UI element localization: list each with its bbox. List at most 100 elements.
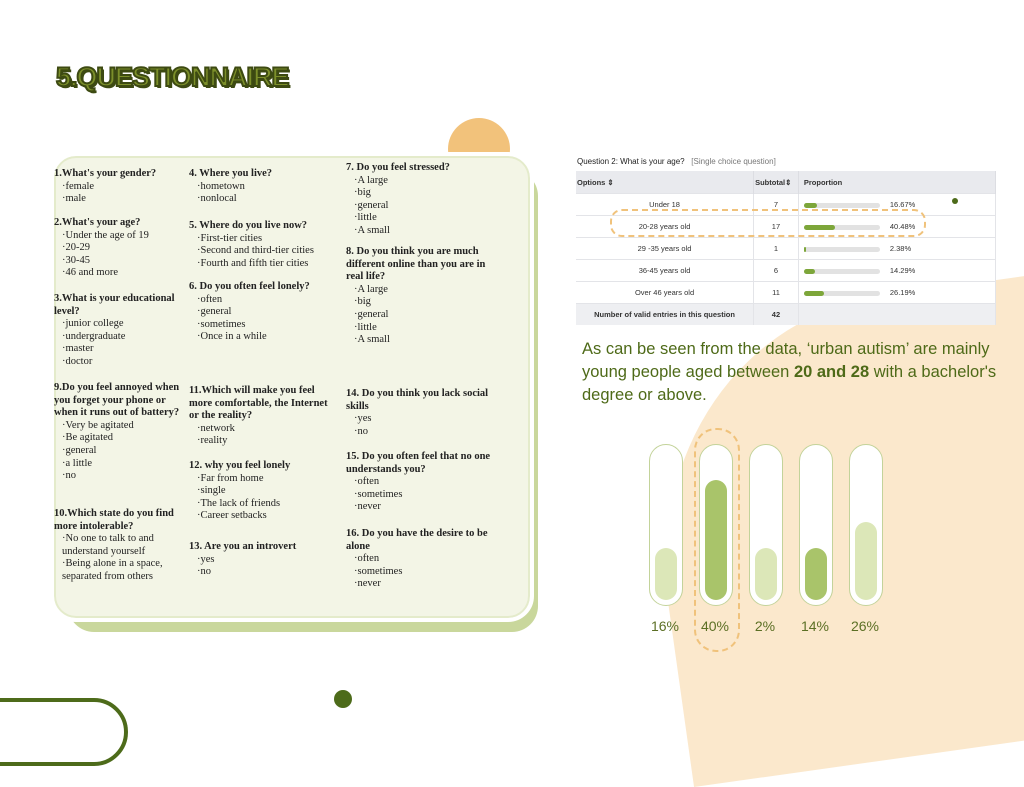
header-options[interactable]: Options ⇕ bbox=[576, 171, 755, 194]
question-block: 5. Where do you live now? ·First-tier cit… bbox=[189, 220, 337, 270]
question-option: ·Once in a while bbox=[197, 331, 267, 343]
question-option: ·female bbox=[62, 180, 95, 192]
footer-label: Number of valid entries in this question bbox=[576, 303, 755, 325]
question-option: ·a little bbox=[62, 457, 93, 469]
question-option: ·undergraduate bbox=[62, 330, 126, 342]
question-option: ·often bbox=[354, 476, 380, 488]
table-footer-row: Number of valid entries in this question… bbox=[576, 303, 997, 325]
chart-bar bbox=[805, 548, 827, 600]
question-block: 15. Do you often feel that no one unders… bbox=[346, 451, 496, 514]
survey-table: Options ⇕ Subtotal⇕ Proportion Under 18 7… bbox=[576, 171, 997, 325]
question-option: ·no bbox=[62, 470, 76, 482]
question-text: 4. Where you live? bbox=[189, 168, 273, 179]
question-text: 10.Which state do you find more intolera… bbox=[54, 508, 174, 532]
survey-question-type: [Single choice question] bbox=[691, 157, 776, 166]
question-option: ·Under the age of 19 bbox=[62, 229, 149, 241]
proportion-cell: 26.19% bbox=[798, 281, 997, 304]
question-option: ·general bbox=[354, 199, 389, 211]
proportion-value: 26.19% bbox=[889, 288, 916, 297]
question-text: 3.What is your educational level? bbox=[54, 293, 175, 317]
question-text: 15. Do you often feel that no one unders… bbox=[346, 451, 491, 475]
question-option: ·sometimes bbox=[354, 488, 403, 500]
question-option: ·Be agitated bbox=[62, 432, 114, 444]
question-text: 16. Do you have the desire to be alone bbox=[346, 528, 488, 552]
question-option: ·nonlocal bbox=[197, 193, 237, 205]
question-option: ·junior college bbox=[62, 318, 124, 330]
question-block: 9.Do you feel annoyed when you forget yo… bbox=[54, 382, 186, 483]
question-text: 8. Do you think you are much different o… bbox=[346, 246, 486, 283]
question-option: ·little bbox=[354, 212, 377, 224]
question-text: 6. Do you often feel lonely? bbox=[189, 281, 310, 292]
question-option: ·little bbox=[354, 321, 377, 333]
question-block: 12. why you feel lonely ·Far from home ·si… bbox=[189, 460, 337, 523]
proportion-value: 16.67% bbox=[889, 200, 916, 209]
question-option: ·No one to talk to and understand yourse… bbox=[62, 533, 154, 557]
survey-table-panel: Options ⇕ Subtotal⇕ Proportion Under 18 7… bbox=[576, 171, 997, 325]
question-option: ·often bbox=[354, 553, 380, 565]
survey-question: Question 2: What is your age? bbox=[577, 157, 685, 166]
question-option: ·doctor bbox=[62, 355, 93, 367]
highlight-20-28-row bbox=[610, 209, 926, 237]
table-row: 36-45 years old 6 14.29% bbox=[576, 259, 997, 282]
question-text: 12. why you feel lonely bbox=[189, 460, 291, 471]
option-cell: 36-45 years old bbox=[576, 259, 755, 282]
survey-question-title: Question 2: What is your age? [Single ch… bbox=[577, 157, 776, 166]
question-option: ·no bbox=[197, 566, 211, 578]
subtotal-cell: 1 bbox=[753, 237, 799, 260]
page-title: 5.QUESTIONNAIRE bbox=[55, 61, 291, 93]
question-option: ·yes bbox=[197, 553, 215, 565]
question-option: ·never bbox=[354, 501, 381, 513]
question-option: ·hometown bbox=[197, 180, 245, 192]
bottom-left-decoration bbox=[0, 698, 128, 766]
proportion-bar-track bbox=[803, 268, 880, 274]
question-option: ·Far from home bbox=[197, 472, 264, 484]
question-option: ·Being alone in a space, separated from … bbox=[62, 558, 163, 582]
question-option: ·no bbox=[354, 425, 368, 437]
question-option: ·network bbox=[197, 422, 235, 434]
chart-pill bbox=[849, 444, 883, 606]
question-option: ·First-tier cities bbox=[197, 232, 263, 244]
question-block: 10.Which state do you find more intolera… bbox=[54, 508, 186, 584]
proportion-bar-fill bbox=[803, 246, 806, 252]
question-option: ·sometimes bbox=[354, 565, 403, 577]
chart-pill bbox=[799, 444, 833, 606]
footer-empty bbox=[798, 303, 997, 325]
highlight-40-percent bbox=[694, 428, 740, 652]
footer-value: 42 bbox=[753, 303, 799, 325]
question-block: 7. Do you feel stressed? ·A large ·big ·gen… bbox=[346, 162, 496, 238]
question-block: 8. Do you think you are much different o… bbox=[346, 246, 496, 347]
table-row: Over 46 years old 11 26.19% bbox=[576, 281, 997, 304]
proportion-cell: 14.29% bbox=[798, 259, 997, 282]
question-block: 2.What's your age? ·Under the age of 19·2… bbox=[54, 217, 186, 280]
question-option: ·general bbox=[197, 306, 232, 318]
proportion-bar-track bbox=[803, 246, 880, 252]
question-option: ·never bbox=[354, 578, 381, 590]
header-subtotal[interactable]: Subtotal⇕ bbox=[753, 171, 799, 194]
chart-pill bbox=[649, 444, 683, 606]
question-block: 16. Do you have the desire to be alone ·o… bbox=[346, 528, 496, 591]
question-block: 13. Are you an introvert ·yes ·no bbox=[189, 541, 337, 579]
proportion-bar-fill bbox=[803, 290, 824, 296]
question-text: 11.Which will make you feel more comfort… bbox=[189, 385, 328, 422]
header-proportion-label: Proportion bbox=[803, 177, 843, 187]
question-option: ·often bbox=[197, 293, 223, 305]
question-option: ·30-45 bbox=[62, 254, 90, 266]
proportion-value: 2.38% bbox=[889, 244, 912, 253]
chart-label: 26% bbox=[850, 618, 880, 634]
question-text: 9.Do you feel annoyed when you forget yo… bbox=[54, 382, 180, 419]
question-option: ·20-29 bbox=[62, 242, 90, 254]
question-text: 7. Do you feel stressed? bbox=[346, 162, 450, 173]
question-option: ·Fourth and fifth tier cities bbox=[197, 257, 309, 269]
chart-bar bbox=[655, 548, 677, 600]
option-cell: 29 -35 years old bbox=[576, 237, 755, 260]
question-option: ·yes bbox=[354, 413, 372, 425]
summary-note: As can be seen from the data, ‘urban aut… bbox=[582, 338, 1002, 407]
chart-pill bbox=[749, 444, 783, 606]
question-option: ·big bbox=[354, 296, 371, 308]
table-row: 29 -35 years old 1 2.38% bbox=[576, 237, 997, 260]
question-option: ·general bbox=[354, 308, 389, 320]
question-block: 3.What is your educational level? ·junior… bbox=[54, 293, 186, 369]
question-option: ·sometimes bbox=[197, 318, 246, 330]
question-option: ·A large bbox=[354, 283, 388, 295]
question-option: ·master bbox=[62, 343, 94, 355]
